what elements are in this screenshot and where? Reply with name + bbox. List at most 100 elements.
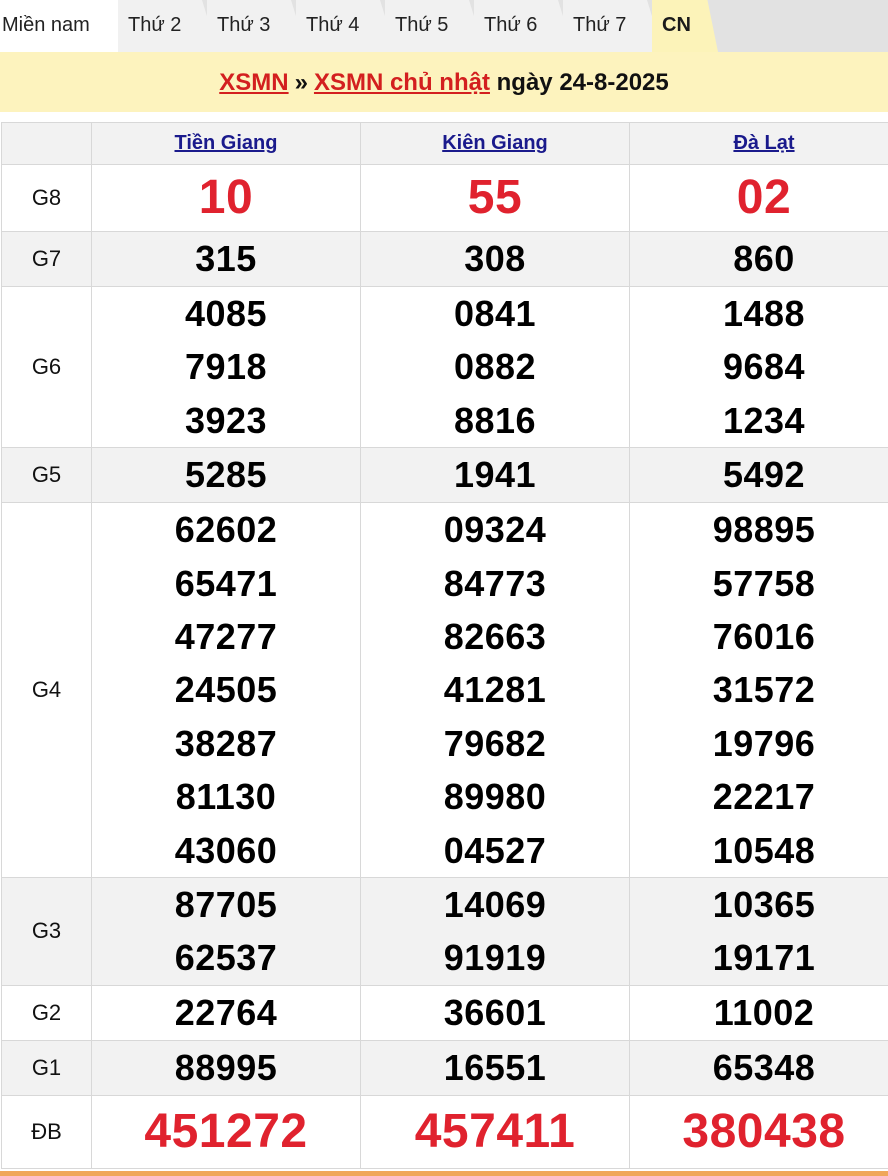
xsmn-link[interactable]: XSMN [219,69,288,96]
bottom-divider [0,1171,888,1176]
result-number: 62537 [92,931,360,984]
table-corner [2,123,92,165]
prize-label: G2 [2,985,92,1040]
result-cell: 22764 [92,985,361,1040]
result-number: 24505 [92,663,360,716]
result-number: 41281 [361,663,629,716]
result-cell: 98895577587601631572197962221710548 [630,503,888,878]
jackpot-number: 380438 [630,1096,888,1168]
province-link-kien-giang[interactable]: Kiên Giang [442,132,548,154]
result-number: 82663 [361,610,629,663]
results-table: Tiền Giang Kiên Giang Đà Lạt G8105502G73… [1,122,888,1169]
result-number: 10 [92,165,360,231]
result-cell: 5285 [92,448,361,503]
result-number: 81130 [92,770,360,823]
tab-region[interactable]: Miền nam [0,0,118,52]
tab-friday[interactable]: Thứ 6 [474,0,574,52]
tab-thursday[interactable]: Thứ 5 [385,0,485,52]
result-cell: 860 [630,232,888,287]
result-number: 19171 [630,931,888,984]
result-number: 7918 [92,340,360,393]
prize-label: G7 [2,232,92,287]
province-link-da-lat[interactable]: Đà Lạt [733,132,794,154]
result-number: 87705 [92,878,360,931]
result-number: 1941 [361,448,629,502]
prize-row-g5: G5528519415492 [2,448,888,503]
result-number: 8816 [361,394,629,447]
tab-wednesday[interactable]: Thứ 4 [296,0,396,52]
result-number: 76016 [630,610,888,663]
result-cell: 65348 [630,1040,888,1095]
result-number: 65471 [92,557,360,610]
prize-row-db: ĐB451272457411380438 [2,1095,888,1168]
result-cell: 8770562537 [92,878,361,986]
result-number: 0841 [361,287,629,340]
result-number: 315 [92,232,360,286]
tab-monday[interactable]: Thứ 2 [118,0,218,52]
result-cell: 315 [92,232,361,287]
prize-label: G5 [2,448,92,503]
result-number: 88995 [92,1041,360,1095]
result-cell: 457411 [361,1095,630,1168]
result-number: 98895 [630,503,888,556]
result-number: 5492 [630,448,888,502]
result-number: 10548 [630,824,888,877]
result-cell: 10 [92,165,361,232]
result-number: 02 [630,165,888,231]
result-number: 19796 [630,717,888,770]
jackpot-number: 457411 [361,1096,629,1168]
result-number: 11002 [630,986,888,1040]
result-cell: 451272 [92,1095,361,1168]
result-cell: 02 [630,165,888,232]
result-number: 860 [630,232,888,286]
result-cell: 11002 [630,985,888,1040]
result-cell: 380438 [630,1095,888,1168]
result-number: 22764 [92,986,360,1040]
result-cell: 408579183923 [92,287,361,448]
tab-sunday[interactable]: CN [652,0,718,52]
result-number: 31572 [630,663,888,716]
prize-label: G1 [2,1040,92,1095]
result-number: 9684 [630,340,888,393]
result-number: 47277 [92,610,360,663]
jackpot-number: 451272 [92,1096,360,1168]
page-title: XSMN »XSMN chủ nhật ngày 24-8-2025 [0,52,888,112]
result-number: 14069 [361,878,629,931]
result-number: 91919 [361,931,629,984]
day-tabs: Miền nam Thứ 2 Thứ 3 Thứ 4 Thứ 5 Thứ 6 T… [0,0,888,52]
result-number: 1488 [630,287,888,340]
result-cell: 09324847738266341281796828998004527 [361,503,630,878]
tab-saturday[interactable]: Thứ 7 [563,0,663,52]
result-number: 1234 [630,394,888,447]
prize-row-g1: G1889951655165348 [2,1040,888,1095]
result-cell: 88995 [92,1040,361,1095]
result-number: 65348 [630,1041,888,1095]
tab-tuesday[interactable]: Thứ 3 [207,0,307,52]
result-number: 62602 [92,503,360,556]
result-cell: 084108828816 [361,287,630,448]
prize-label: G4 [2,503,92,878]
xsmn-sunday-link[interactable]: XSMN chủ nhật [314,69,490,96]
result-number: 04527 [361,824,629,877]
result-cell: 5492 [630,448,888,503]
breadcrumb-separator: » [295,69,308,96]
prize-row-g6: G6408579183923084108828816148896841234 [2,287,888,448]
prize-row-g2: G2227643660111002 [2,985,888,1040]
prize-row-g7: G7315308860 [2,232,888,287]
result-number: 36601 [361,986,629,1040]
result-cell: 148896841234 [630,287,888,448]
result-number: 3923 [92,394,360,447]
result-number: 79682 [361,717,629,770]
result-number: 89980 [361,770,629,823]
result-number: 10365 [630,878,888,931]
result-number: 5285 [92,448,360,502]
result-number: 38287 [92,717,360,770]
prize-label: G8 [2,165,92,232]
result-number: 43060 [92,824,360,877]
province-link-tien-giang[interactable]: Tiền Giang [175,132,278,154]
result-cell: 308 [361,232,630,287]
prize-label: G3 [2,878,92,986]
prize-row-g3: G3877056253714069919191036519171 [2,878,888,986]
prize-label: ĐB [2,1095,92,1168]
draw-date: ngày 24-8-2025 [497,69,669,96]
